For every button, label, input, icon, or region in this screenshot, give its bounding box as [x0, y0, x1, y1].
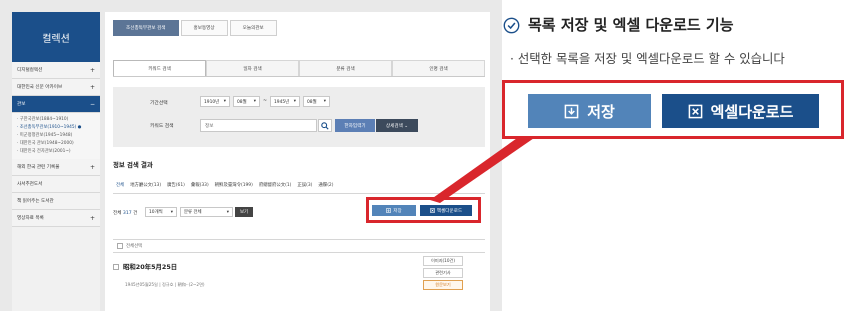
callout-title: 목록 저장 및 엑셀 다운로드 기능 — [528, 16, 734, 34]
check-circle-icon — [503, 17, 520, 34]
callout-panel: 저장 엑셀다운로드 — [502, 80, 844, 139]
callout-description: · 선택한 목록을 저장 및 엑셀다운로드 할 수 있습니다 — [510, 51, 785, 66]
save-label: 저장 — [587, 102, 615, 121]
excel-icon — [688, 104, 702, 118]
callout-connector — [430, 136, 537, 203]
save-button[interactable]: 저장 — [528, 94, 651, 128]
excel-label: 엑셀다운로드 — [710, 102, 794, 121]
stage: 컬렉션 디지털컬렉션 + 대한민국 신문 아카이브 + 관보 − · 구한국관보… — [0, 0, 849, 311]
excel-download-button[interactable]: 엑셀다운로드 — [662, 94, 819, 128]
download-icon — [564, 104, 579, 118]
